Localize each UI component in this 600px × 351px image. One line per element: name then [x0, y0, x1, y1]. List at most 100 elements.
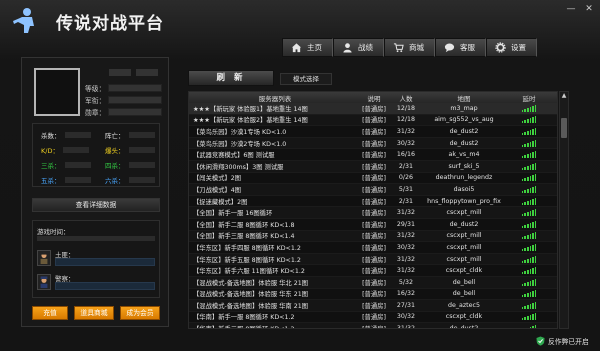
- server-name-cell: 【闯关模式】2图: [193, 175, 242, 183]
- table-row[interactable]: 【全国】新手一服 16图循环 [普通房] 31/32 cscxpt_mill: [189, 207, 557, 219]
- server-desc-cell: [普通房]: [362, 152, 386, 160]
- kd-stat: K/D：: [41, 145, 89, 155]
- badge-label: 勋章：: [85, 109, 106, 117]
- server-name-cell: 【菜鸟乐园】沙漠1专场 KD<1.0: [193, 128, 287, 136]
- table-row[interactable]: 【华东区】新手六服 11图循环 KD<1.2 [普通房] 31/32 cscxpt_c…: [189, 265, 557, 277]
- table-row[interactable]: 【混战模式-备选地图】体验服 华东 21图 [普通房] 16/32 de_bell: [189, 289, 557, 301]
- table-row[interactable]: 【混战模式-备选地图】体验服 华南 21图 [普通房] 27/31 de_aztec5: [189, 300, 557, 312]
- server-map-cell: cscxpt_mill: [446, 232, 482, 240]
- signal-icon: [521, 139, 537, 147]
- nav-home-button[interactable]: 主页: [282, 38, 333, 57]
- top-nav: 主页 战绩 商城 客服 设置: [282, 38, 537, 57]
- server-players-cell: 16/32: [396, 290, 416, 298]
- table-row[interactable]: 【华东区】新手四服 8图循环 KD<1.2 [普通房] 30/32 cscxpt_mi…: [189, 242, 557, 254]
- nav-support-label: 客服: [460, 43, 475, 52]
- table-row[interactable]: 【菜鸟乐园】沙漠1专场 KD<1.0 [普通房] 31/32 de_dust2: [189, 126, 557, 138]
- server-desc-cell: [普通房]: [362, 105, 386, 113]
- server-players-cell: 2/31: [398, 162, 414, 170]
- close-button[interactable]: ✕: [584, 4, 594, 14]
- nav-shop-label: 商城: [409, 43, 424, 52]
- stats-box: 杀数： 阵亡： K/D： 爆头： 三杀： 四杀： 五杀： 六杀：: [32, 123, 160, 187]
- refresh-button[interactable]: 刷 新: [188, 70, 274, 86]
- level-row: 等级：: [85, 83, 163, 93]
- table-row[interactable]: 【捉迷藏模式】2图 [普通房] 2/31 hns_floppytown_pro_fix: [189, 196, 557, 208]
- table-row[interactable]: 【武器竞赛模式】6图 测试服 [普通房] 16/16 ak_vs_m4: [189, 149, 557, 161]
- nav-settings-label: 设置: [511, 43, 526, 52]
- server-players-cell: 12/18: [396, 116, 416, 124]
- header-desc[interactable]: 说明: [357, 93, 391, 103]
- server-name-cell: 【全国】新手一服 16图循环: [193, 210, 273, 218]
- table-row[interactable]: 【华南】新手二服 8图循环 KD<1.2[普通房] 31/32 de_dust2: [189, 323, 557, 328]
- bandit-bar: [55, 258, 155, 266]
- ping-cell: [507, 313, 551, 321]
- police-icon: [37, 274, 51, 290]
- server-desc-cell: [普通房]: [362, 279, 386, 287]
- ping-cell: [507, 151, 551, 159]
- signal-icon: [521, 104, 537, 112]
- server-desc-cell: [普通房]: [362, 140, 386, 148]
- nav-shop-button[interactable]: 商城: [384, 38, 435, 57]
- item-shop-button[interactable]: 道具商城: [74, 306, 114, 320]
- nav-settings-button[interactable]: 设置: [486, 38, 537, 57]
- table-row[interactable]: 【休闲滑翔300ms】3图 测试服 [普通房] 2/31 surf_ski_5: [189, 160, 557, 173]
- header-name[interactable]: 服务器列表: [189, 93, 357, 103]
- server-name-cell: 【混战模式-备选地图】体验服 华南 21图: [193, 302, 309, 310]
- server-map-cell: cscxpt_mill: [446, 243, 482, 251]
- recharge-button[interactable]: 充值: [32, 306, 68, 320]
- deaths-stat: 阵亡：: [105, 130, 155, 140]
- table-row[interactable]: 【华南】新手一服 8图循环 KD<1.2 [普通房] 30/32 cscxpt_cld…: [189, 312, 557, 324]
- scrollbar[interactable]: ▲: [559, 91, 569, 329]
- become-vip-button[interactable]: 成为会员: [120, 306, 160, 320]
- signal-icon: [521, 267, 537, 275]
- signal-icon: [521, 174, 537, 182]
- table-row[interactable]: 【混战模式-备选地图】体验服 华北 21图 [普通房] 5/32 de_bell: [189, 276, 557, 289]
- table-row[interactable]: 【闯关模式】2图 [普通房] 0/26 deathrun_legendz: [189, 173, 557, 185]
- server-map-cell: ak_vs_m4: [448, 151, 480, 159]
- minimize-button[interactable]: —: [566, 4, 576, 14]
- headshot-label: 爆头：: [105, 147, 125, 155]
- hexa-value: [128, 177, 155, 183]
- table-row[interactable]: ★★★【新玩家 体验服1】基地重生 14图 [普通房] 12/18 m3_map: [189, 103, 557, 115]
- signal-icon: [521, 209, 537, 217]
- scroll-thumb[interactable]: [561, 118, 567, 138]
- server-desc-cell: [普通房]: [362, 163, 386, 171]
- table-row[interactable]: 【刀战模式】4图 [普通房] 5/31 dasoi5: [189, 184, 557, 196]
- nav-support-button[interactable]: 客服: [435, 38, 486, 57]
- shield-icon: [536, 336, 545, 346]
- server-desc-cell: [普通房]: [362, 198, 386, 206]
- signal-icon: [521, 220, 537, 228]
- nav-record-button[interactable]: 战绩: [333, 38, 384, 57]
- server-players-cell: 12/18: [396, 104, 416, 112]
- server-desc-cell: [普通房]: [362, 175, 386, 183]
- server-players-cell: 30/32: [396, 243, 416, 251]
- table-row[interactable]: 【全国】新手三服 8图循环 KD<1.4 [普通房] 31/32 cscxpt_mil…: [189, 230, 557, 243]
- table-row[interactable]: 【华东区】新手五服 8图循环 KD<1.2 [普通房] 31/32 cscxpt_mi…: [189, 253, 557, 266]
- hexa-stat: 六杀：: [105, 175, 155, 185]
- header-players[interactable]: 人数: [391, 93, 421, 103]
- profile-panel: 等级： 军衔： 勋章： 杀数： 阵亡： K/D： 爆头： 三杀： 四杀： 五杀：…: [21, 57, 169, 327]
- rank-row: 军衔：: [85, 95, 163, 105]
- server-map-cell: de_bell: [452, 278, 476, 286]
- mode-select-button[interactable]: 模式选择: [280, 73, 332, 85]
- deaths-label: 阵亡：: [105, 132, 125, 140]
- server-desc-cell: [普通房]: [362, 302, 386, 310]
- view-details-button[interactable]: 查看详细数据: [32, 198, 160, 212]
- ping-cell: [507, 290, 551, 298]
- server-desc-cell: [普通房]: [362, 117, 386, 125]
- server-players-cell: 0/26: [398, 174, 414, 182]
- triple-label: 三杀：: [41, 162, 61, 170]
- table-row[interactable]: 【菜鸟乐园】沙漠2专场 KD<1.0 [普通房] 30/32 de_dust2: [189, 137, 557, 150]
- server-map-cell: de_aztec5: [448, 301, 480, 309]
- server-map-cell: aim_sg552_vs_aug: [434, 116, 494, 124]
- header-ping[interactable]: 延时: [507, 93, 551, 103]
- triple-value: [64, 162, 91, 168]
- server-players-cell: 31/32: [396, 267, 416, 275]
- table-row[interactable]: ★★★【新玩家 体验服2】基地重生 14图 [普通房] 12/18 aim_sg552…: [189, 114, 557, 127]
- server-map-cell: cscxpt_cldk: [445, 267, 483, 275]
- signal-icon: [521, 197, 537, 205]
- header-map[interactable]: 地图: [421, 93, 507, 103]
- server-table: 服务器列表 说明 人数 地图 延时 ★★★【新玩家 体验服1】基地重生 14图 […: [188, 91, 558, 329]
- table-row[interactable]: 【全国】新手二服 8图循环 KD<1.8 [普通房] 29/31 de_dust2: [189, 219, 557, 231]
- scroll-up-icon[interactable]: ▲: [560, 92, 568, 100]
- server-name-cell: 【华南】新手一服 8图循环 KD<1.2: [193, 314, 295, 322]
